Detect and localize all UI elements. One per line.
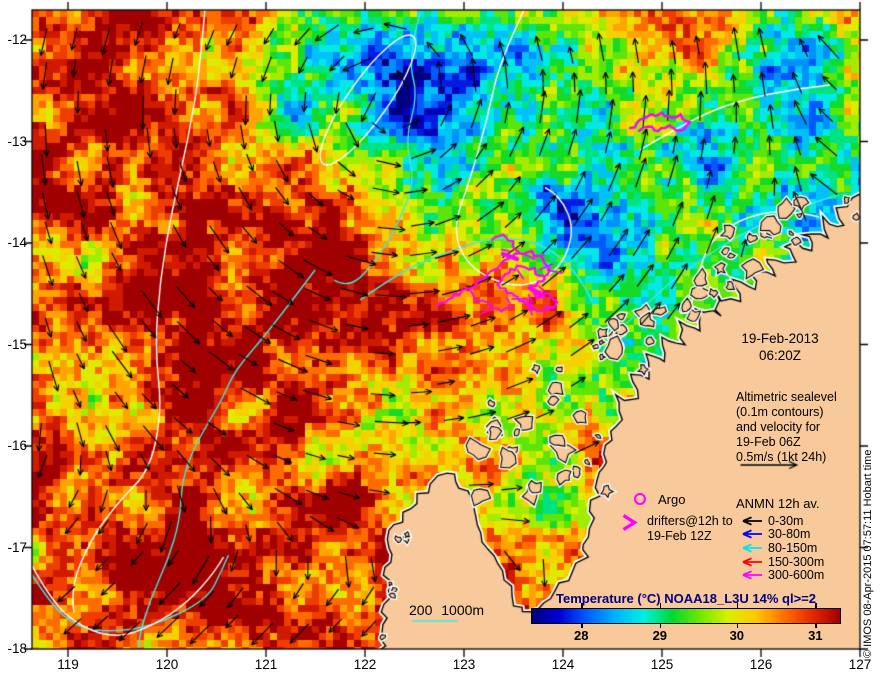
x-axis-tick-label: 121 (254, 657, 278, 672)
current-arrow-icon (742, 570, 762, 580)
anmn-entry: 80-150m (740, 541, 824, 555)
altimetric-note-line: Altimetric sealevel (736, 390, 837, 404)
colorbar-tick (736, 603, 739, 608)
anmn-entry-label: 150-300m (768, 554, 825, 569)
colorbar-title: Temperature (°C) NOAA18_L3U 14% ql>=2 (556, 591, 816, 606)
colorbar-tick (581, 603, 583, 608)
anmn-entry: 150-300m (740, 555, 824, 569)
colorbar: Temperature (°C) NOAA18_L3U 14% ql>=2 28… (531, 591, 841, 643)
anmn-entry: 300-600m (740, 568, 824, 582)
colorbar-gradient (531, 608, 841, 624)
drifters-label-line: drifters@12h to (647, 514, 733, 528)
altimetric-note: Altimetric sealevel (0.1m contours) and ve… (736, 390, 837, 465)
argo-label: Argo (658, 492, 686, 507)
drifters-label-line: 19-Feb 12Z (647, 529, 712, 543)
anmn-entry-label: 30-80m (768, 527, 811, 542)
y-axis-tick-label: -18 (7, 641, 27, 656)
x-axis-tick-label: 125 (650, 657, 674, 672)
y-axis-tick-label: -15 (7, 336, 27, 352)
argo-circle-icon (634, 493, 646, 505)
colorbar-tick (659, 603, 662, 608)
anmn-legend: 0-30m 30-80m 80-150m 150-300m 300-600m (740, 514, 824, 582)
colorbar-tick-label: 29 (652, 628, 668, 643)
anmn-entry: 0-30m (740, 514, 824, 528)
y-axis-tick-label: -13 (7, 133, 27, 149)
drifters-label: drifters@12h to 19-Feb 12Z (647, 514, 733, 544)
colorbar-tick-label: 28 (574, 628, 589, 643)
anmn-legend-title: ANMN 12h av. (736, 496, 820, 511)
y-axis-tick-label: -17 (7, 539, 27, 555)
anmn-entry-label: 80-150m (768, 540, 818, 555)
x-axis-tick-label: 123 (452, 657, 476, 672)
colorbar-tick (815, 603, 817, 608)
x-axis-tick-label: 120 (155, 657, 179, 672)
datetime-annotation: 19-Feb-2013 06:20Z (726, 330, 834, 364)
current-arrow-icon (742, 543, 762, 553)
altimetric-note-line: 19-Feb 06Z (736, 435, 801, 449)
altimetric-note-line: (0.1m contours) (736, 405, 824, 419)
time-label: 06:20Z (758, 348, 802, 363)
x-axis-tick-label: 126 (749, 657, 773, 672)
date-label: 19-Feb-2013 (741, 331, 819, 346)
altimetric-note-line: and velocity for (736, 420, 821, 434)
x-axis-tick-label: 124 (551, 657, 575, 672)
y-axis-tick-label: -14 (7, 235, 27, 250)
current-arrow-icon (742, 516, 762, 526)
y-axis-tick-label: -12 (7, 32, 27, 47)
isobath-scale-label: 200 1000m (409, 602, 485, 618)
colorbar-tick-label: 30 (729, 628, 745, 643)
altimetric-note-line: 0.5m/s (1kt 24h) (736, 450, 827, 464)
sst-map-figure: 19-Feb-2013 06:20Z Altimetric sealevel (0… (0, 0, 880, 680)
current-arrow-icon (742, 557, 762, 567)
y-axis-tick-label: -16 (7, 438, 27, 453)
x-axis-tick-label: 122 (353, 657, 377, 672)
anmn-entry-label: 300-600m (768, 568, 825, 583)
current-arrow-icon (742, 529, 762, 539)
anmn-entry: 30-80m (740, 527, 824, 542)
colorbar-tick-label: 31 (808, 628, 823, 643)
x-axis-tick-label: 127 (848, 657, 872, 672)
anmn-entry-label: 0-30m (768, 513, 804, 528)
x-axis-tick-label: 119 (57, 657, 79, 672)
drifter-chevron-icon (621, 513, 638, 537)
copyright-watermark: © IMOS 08-Apr-2015 07:57:11 Hobart time (862, 449, 874, 658)
